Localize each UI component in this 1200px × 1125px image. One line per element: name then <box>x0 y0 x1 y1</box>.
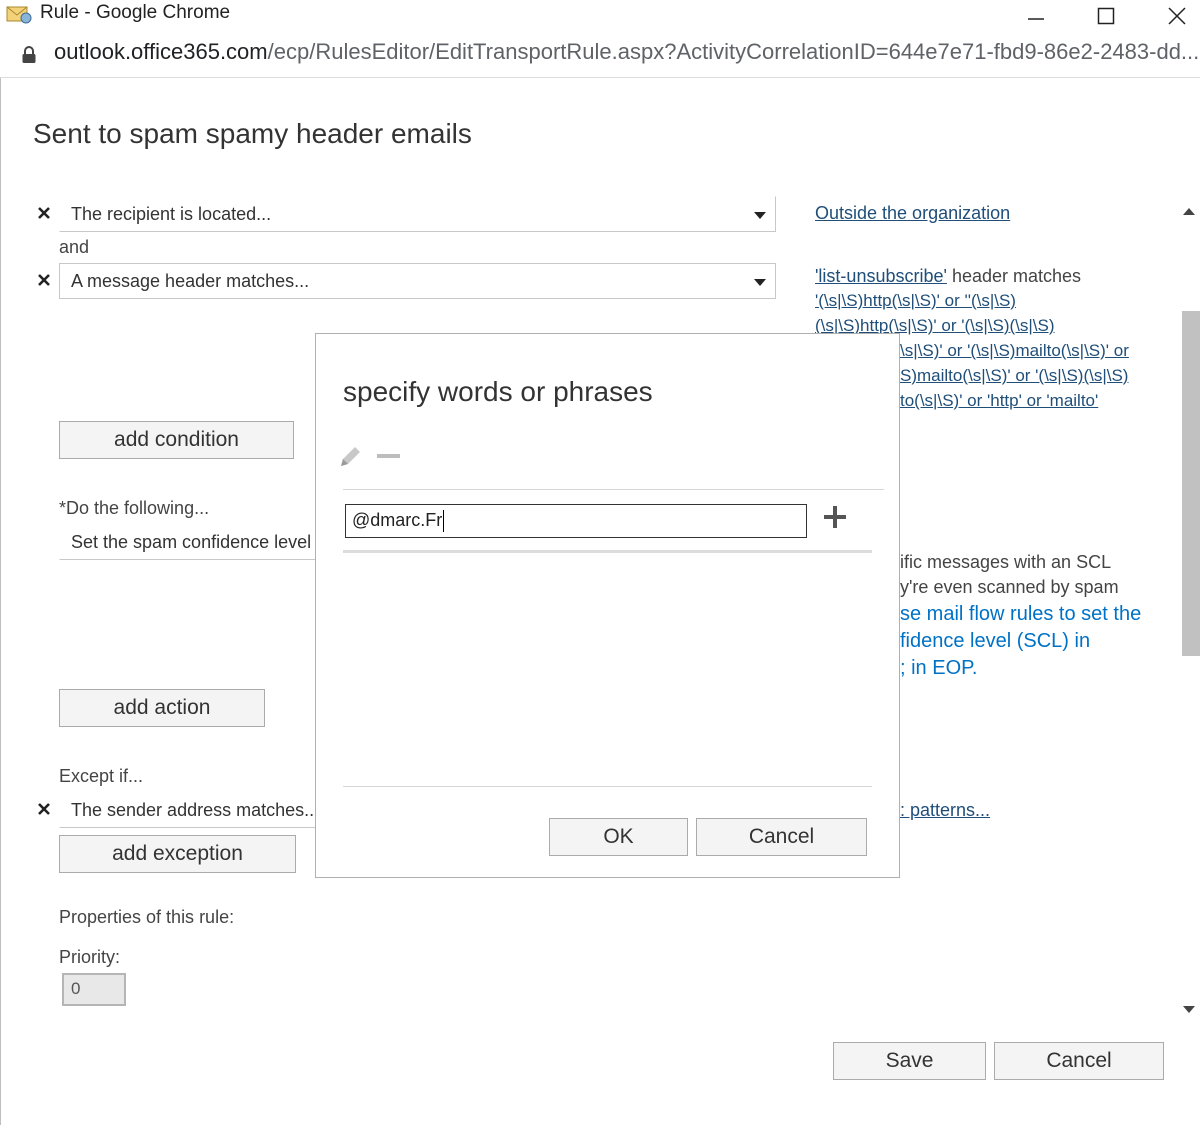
edit-pencil-icon[interactable] <box>337 444 363 470</box>
do-following-label: *Do the following... <box>59 498 210 518</box>
exception-select-label: The sender address matches... <box>71 800 317 820</box>
title-bar: Rule - Google Chrome <box>0 0 1200 31</box>
dialog-title: specify words or phrases <box>343 376 653 407</box>
header-values-link[interactable]: S)mailto(\s|\S)' or '(\s|\S)(\s|\S) <box>900 366 1128 386</box>
add-condition-button[interactable]: add condition <box>59 421 294 459</box>
header-name-link[interactable]: 'list-unsubscribe' <box>815 266 947 286</box>
except-label: Except if... <box>59 766 144 786</box>
header-values-link[interactable]: to(\s|\S)' or 'http' or 'mailto' <box>900 391 1098 411</box>
dialog-ok-button[interactable]: OK <box>549 818 688 856</box>
condition-select[interactable]: The recipient is located... <box>59 196 776 232</box>
window-title: Rule - Google Chrome <box>40 2 231 23</box>
scroll-up-arrow-icon[interactable] <box>1183 208 1195 215</box>
add-exception-button[interactable]: add exception <box>59 835 296 873</box>
priority-label: Priority: <box>59 947 121 967</box>
header-values-link[interactable]: \s|\S)' or '(\s|\S)mailto(\s|\S)' or <box>900 341 1129 361</box>
action-select[interactable]: Set the spam confidence level <box>59 524 317 560</box>
remove-condition-icon[interactable] <box>37 206 51 220</box>
header-match-summary: 'list-unsubscribe' header matches <box>815 266 1081 287</box>
header-values-link[interactable]: '(\s|\S)http(\s|\S)' or ''(\s|\S) <box>815 291 1016 311</box>
maximize-button[interactable] <box>1083 0 1129 31</box>
recipient-location-link[interactable]: Outside the organization <box>815 203 1010 224</box>
maximize-icon <box>1097 7 1115 24</box>
cancel-button[interactable]: Cancel <box>994 1042 1164 1080</box>
exception-select[interactable]: The sender address matches... <box>59 792 317 828</box>
header-match-text: header matches <box>946 266 1082 286</box>
lock-icon <box>22 46 36 63</box>
properties-label: Properties of this rule: <box>59 907 235 927</box>
scl-help-link[interactable]: se mail flow rules to set the <box>900 603 1141 626</box>
scl-help-link[interactable]: ; in EOP. <box>900 657 977 680</box>
text-cursor <box>443 510 445 533</box>
remove-minus-icon[interactable] <box>377 453 401 461</box>
close-window-button[interactable] <box>1154 0 1200 31</box>
condition-select[interactable]: A message header matches... <box>59 263 776 299</box>
minimize-icon <box>1028 17 1044 20</box>
save-button[interactable]: Save <box>833 1042 986 1080</box>
condition-select-label: A message header matches... <box>71 271 310 291</box>
remove-condition-icon[interactable] <box>37 273 51 287</box>
scl-help-link[interactable]: fidence level (SCL) in <box>900 630 1090 653</box>
dialog-divider <box>343 489 884 490</box>
priority-input[interactable]: 0 <box>62 973 126 1006</box>
specify-words-dialog: specify words or phrases @dmarc.Fr OK Ca… <box>315 333 900 878</box>
dialog-divider <box>343 786 872 787</box>
scroll-down-arrow-icon[interactable] <box>1183 1006 1195 1013</box>
scrollbar-thumb[interactable] <box>1182 311 1200 656</box>
condition-select-label: The recipient is located... <box>71 204 272 224</box>
scl-info-text: y're even scanned by spam <box>900 577 1119 597</box>
page-title: Sent to spam spamy header emails <box>33 118 472 149</box>
address-bar[interactable]: outlook.office365.com/ecp/RulesEditor/Ed… <box>0 31 1200 78</box>
word-phrase-input[interactable]: @dmarc.Fr <box>345 504 807 538</box>
word-phrase-input-value: @dmarc.Fr <box>352 510 443 530</box>
scl-info-text: ific messages with an SCL <box>900 552 1112 572</box>
add-action-button[interactable]: add action <box>59 689 265 727</box>
remove-exception-icon[interactable] <box>37 802 51 816</box>
dialog-cancel-button[interactable]: Cancel <box>696 818 867 856</box>
sender-patterns-link[interactable]: : patterns... <box>900 800 990 821</box>
mail-app-icon <box>6 6 32 24</box>
chevron-down-icon <box>754 279 766 286</box>
action-select-label: Set the spam confidence level <box>71 532 312 552</box>
and-label: and <box>59 237 90 257</box>
minimize-button[interactable] <box>1013 0 1059 31</box>
url-text[interactable]: outlook.office365.com/ecp/RulesEditor/Ed… <box>54 39 1199 65</box>
add-plus-icon[interactable] <box>822 504 848 530</box>
window-border <box>0 78 1 1125</box>
chevron-down-icon <box>754 212 766 219</box>
word-list[interactable] <box>343 553 872 785</box>
close-icon <box>1168 6 1186 25</box>
